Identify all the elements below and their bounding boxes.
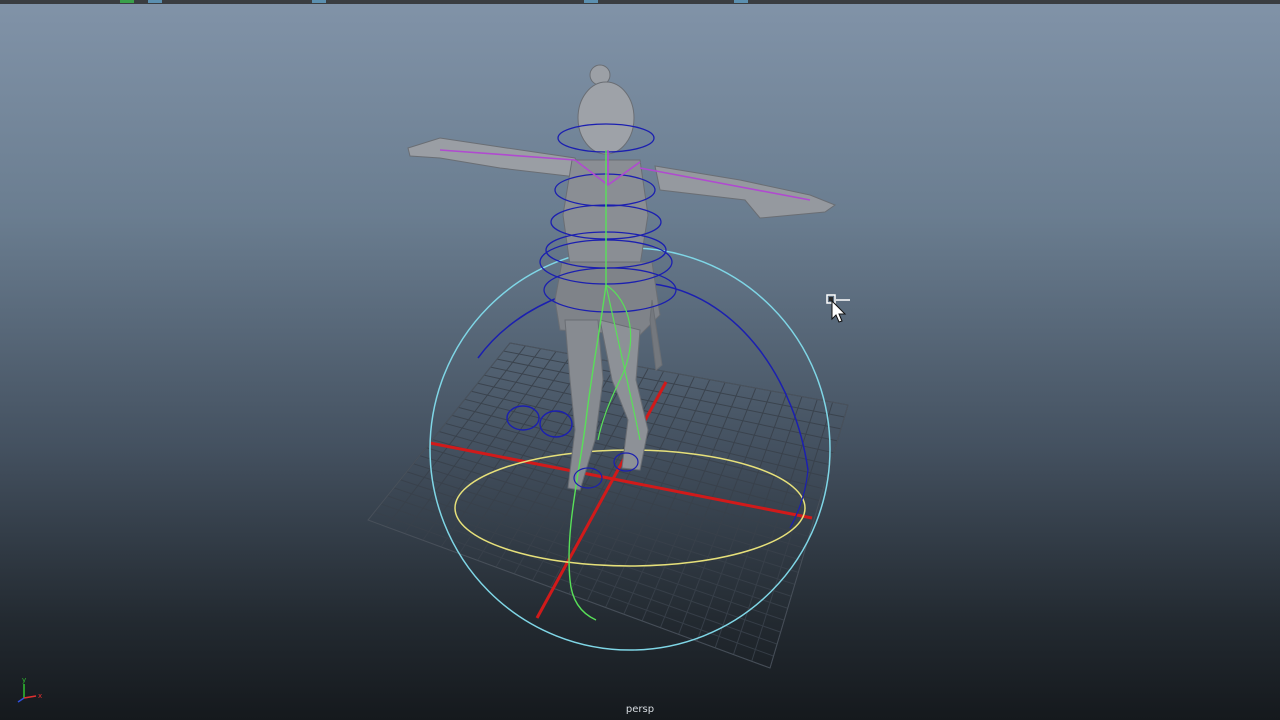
foot-control <box>539 410 573 438</box>
axis-y-label: y <box>22 676 26 684</box>
grid-line <box>380 503 778 645</box>
grid-line <box>732 399 818 655</box>
grid-line <box>696 393 788 642</box>
grid-line <box>659 387 757 628</box>
scene-3d-render <box>367 64 849 669</box>
mouse-cursor-icon <box>826 294 850 323</box>
axis-x-label: x <box>38 692 42 700</box>
grid-line <box>751 402 834 662</box>
view-axis-gizmo: y x <box>17 676 42 703</box>
ground-grid <box>367 342 849 669</box>
grid-line <box>714 396 803 648</box>
maya-persp-viewport[interactable]: y x persp <box>0 0 1280 720</box>
camera-name-label: persp <box>625 704 655 715</box>
